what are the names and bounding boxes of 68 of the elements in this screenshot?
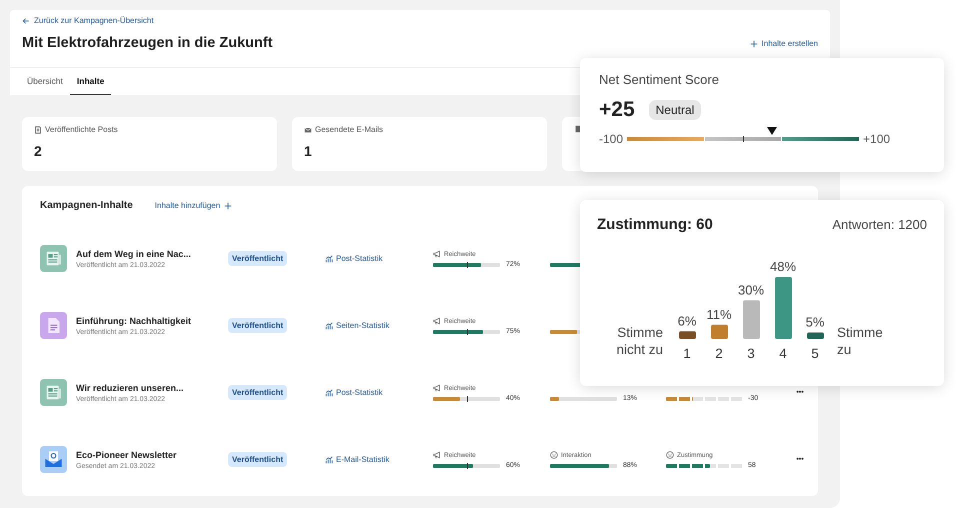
megaphone-icon: [433, 384, 441, 392]
newspaper-icon: [40, 379, 67, 406]
chart-icon: [325, 456, 333, 464]
benchmark-tick: [466, 262, 468, 268]
chart-bar: [807, 332, 824, 339]
status-badge: Veröffentlicht: [228, 318, 288, 333]
chart-icon: [325, 388, 333, 396]
page-title: Mit Elektrofahrzeugen in die Zukunft: [22, 35, 273, 51]
popup-title: Net Sentiment Score: [599, 72, 720, 87]
bar-value-label: 6%: [678, 313, 696, 328]
plus-icon: [750, 40, 758, 48]
tab[interactable]: Übersicht: [20, 68, 70, 95]
benchmark-tick: [466, 396, 468, 402]
add-content-link[interactable]: Inhalte hinzufügen: [154, 201, 232, 210]
envelope-icon: [40, 446, 67, 473]
megaphone-icon: [433, 317, 441, 325]
envelope-icon: [304, 126, 312, 134]
content-title[interactable]: Eco-Pioneer Newsletter: [76, 450, 228, 460]
tab[interactable]: Inhalte: [70, 68, 112, 95]
status-badge: Veröffentlicht: [228, 385, 288, 400]
section-title: Kampagnen-Inhalte: [40, 200, 133, 211]
category-label: 1: [683, 346, 691, 361]
bar-value-label: 48%: [770, 259, 796, 274]
response-count: Antworten: 1200: [832, 217, 927, 232]
popup-title: Zustimmung: 60: [597, 216, 713, 233]
sentiment-badge: Neutral: [648, 100, 702, 120]
benchmark-tick: [466, 462, 468, 468]
category-label: 3: [747, 346, 755, 361]
megaphone-icon: [433, 250, 441, 258]
newspaper-icon: [40, 245, 67, 272]
axis-end-label: Stimme zu: [837, 324, 884, 359]
category-label: 2: [715, 346, 723, 361]
score-value: +25: [599, 98, 635, 122]
bar-value-label: 11%: [706, 306, 732, 322]
content-title[interactable]: Auf dem Weg in eine Nac...: [76, 248, 228, 258]
status-badge: Veröffentlicht: [228, 251, 288, 266]
benchmark-tick: [466, 328, 468, 334]
back-link[interactable]: Zurück zur Kampagnen-Übersicht: [22, 16, 154, 25]
megaphone-icon: [433, 451, 441, 459]
chart-icon: [325, 254, 333, 262]
content-title[interactable]: Einführung: Nachhaltigkeit: [76, 316, 228, 326]
stat-value: 2: [34, 143, 43, 159]
axis-end-label: Stimme nicht zu: [615, 324, 663, 359]
statistics-link[interactable]: Post-Statistik: [325, 254, 433, 263]
chart-icon: [325, 322, 333, 330]
chart-bar: [775, 277, 792, 339]
bar-value-label: 5%: [806, 314, 824, 330]
stat-label: Gesendete E-Mails: [315, 125, 384, 134]
stat-label: Veröffentlichte Posts: [45, 125, 118, 134]
stat-value: 1: [304, 143, 313, 159]
chart-bar: [679, 331, 696, 339]
content-title[interactable]: Wir reduzieren unseren...: [76, 382, 228, 392]
face-icon: [550, 451, 558, 459]
create-content-link[interactable]: Inhalte erstellen: [750, 39, 818, 48]
category-label: 5: [811, 346, 819, 361]
arrow-left-icon: [22, 16, 30, 24]
chart-bar: [743, 300, 760, 339]
statistics-link[interactable]: E-Mail-Statistik: [325, 455, 433, 464]
plus-icon: [224, 202, 232, 210]
scale-max: +100: [863, 132, 890, 146]
statistics-link[interactable]: Seiten-Statistik: [325, 321, 433, 330]
chart-bar: [711, 324, 728, 339]
scale-min: -100: [599, 132, 624, 146]
status-badge: Veröffentlicht: [228, 452, 288, 467]
face-icon: [666, 451, 674, 459]
statistics-link[interactable]: Post-Statistik: [325, 388, 433, 397]
bar-value-label: 30%: [738, 282, 764, 298]
category-label: 4: [779, 346, 787, 361]
